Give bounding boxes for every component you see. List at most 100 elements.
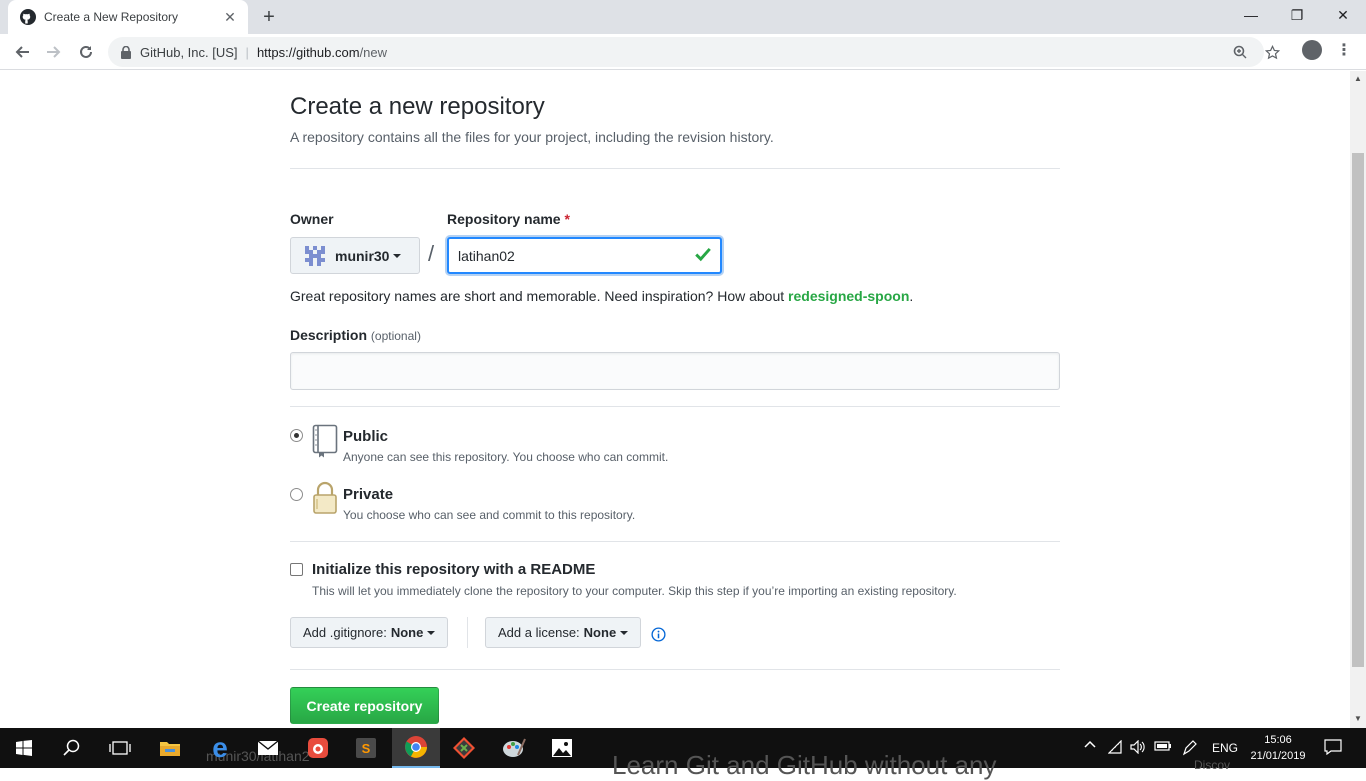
mail-icon[interactable] [244,728,292,768]
owner-value: munir30 [335,247,390,264]
site-identity: GitHub, Inc. [US] [140,44,238,60]
caret-down-icon [393,253,402,258]
owner-dropdown[interactable]: munir30 [290,237,420,274]
system-clock[interactable]: 15:06 21/01/2019 [1240,732,1316,764]
browser-tab-active[interactable]: Create a New Repository ✕ [8,0,248,34]
repo-name-label: Repository name * [447,211,570,227]
page-title: Create a new repository [290,93,545,120]
chrome-icon[interactable] [392,728,440,768]
divider [290,406,1060,407]
caret-down-icon [427,630,436,635]
repo-name-label-text: Repository name [447,211,561,227]
required-mark: * [564,211,570,227]
network-icon[interactable] [1107,739,1124,757]
git-gui-icon[interactable] [440,728,488,768]
photos-icon[interactable] [538,728,586,768]
scroll-down-arrow-icon[interactable]: ▼ [1354,715,1362,723]
owner-label: Owner [290,211,334,227]
license-value: None [583,625,617,640]
page-subtitle: A repository contains all the files for … [290,129,774,145]
info-icon[interactable] [651,627,666,642]
zoom-icon[interactable] [1232,44,1248,60]
repository-name-input[interactable] [447,237,722,274]
name-hint: Great repository names are short and mem… [290,288,913,304]
edge-browser-icon[interactable]: e [196,728,244,768]
language-indicator[interactable]: ENG [1212,741,1238,755]
notifications-icon[interactable] [1324,739,1342,758]
private-title: Private [343,486,394,503]
name-suggestion-link[interactable]: redesigned-spoon [788,288,909,304]
browser-tab-strip: Create a New Repository ✕ + — ❐ ✕ [0,0,1366,34]
search-icon[interactable] [48,728,96,768]
page-scrollbar[interactable]: ▲ ▼ [1350,71,1366,728]
owner-repo-separator: / [428,241,435,266]
private-radio[interactable] [290,488,303,501]
minimize-window-button[interactable]: — [1228,0,1274,30]
taskbar: munir30/latihan2 Learn Git and GitHub wi… [0,728,1366,780]
new-tab-button[interactable]: + [258,6,280,28]
optional-tag: (optional) [370,329,421,343]
paint-icon[interactable] [490,728,538,768]
create-repository-button[interactable]: Create repository [290,687,439,724]
forward-arrow-icon[interactable] [42,40,66,64]
gitignore-dropdown[interactable]: Add .gitignore: None [290,617,449,648]
divider [290,541,1060,542]
reload-icon[interactable] [74,40,98,64]
clock-date: 21/01/2019 [1250,750,1306,762]
tab-title: Create a New Repository [44,10,179,24]
private-description: You choose who can see and commit to thi… [343,508,636,522]
task-view-icon[interactable] [96,728,144,768]
name-hint-end: . [909,288,914,304]
volume-icon[interactable] [1130,739,1146,757]
pen-icon[interactable] [1182,740,1198,759]
scroll-up-arrow-icon[interactable]: ▲ [1354,75,1362,83]
back-arrow-icon[interactable] [10,40,34,64]
divider [290,168,1060,169]
windows-start-icon[interactable] [0,728,48,768]
tray-chevron-up-icon[interactable] [1084,738,1096,752]
license-label: Add a license: [498,625,580,640]
close-window-button[interactable]: ✕ [1320,0,1366,30]
tab-close-icon[interactable]: ✕ [222,9,238,25]
scrollbar-thumb[interactable] [1352,153,1364,667]
file-explorer-icon[interactable] [146,728,194,768]
url-path: /new [359,44,388,60]
gitignore-value: None [390,625,424,640]
readme-description: This will let you immediately clone the … [312,584,957,598]
lock-icon [313,481,337,514]
screen-recorder-icon[interactable] [294,728,342,768]
public-radio[interactable] [290,429,303,442]
ghost-video-title: Learn Git and GitHub without any [612,750,997,780]
sublime-text-icon[interactable]: S [342,728,390,768]
readme-checkbox[interactable] [290,563,303,576]
browser-menu-icon[interactable]: ⋮ [1336,41,1352,61]
lock-icon [121,45,131,59]
description-input[interactable] [290,352,1060,390]
owner-identicon-icon [305,245,325,266]
profile-avatar-icon[interactable] [1302,40,1322,60]
divider [290,669,1060,670]
public-title: Public [343,428,389,445]
license-dropdown[interactable]: Add a license: None [485,617,642,648]
readme-title: Initialize this repository with a README [312,561,596,578]
github-favicon-icon [20,9,36,25]
clock-time: 15:06 [1264,734,1292,746]
valid-check-icon [695,247,711,262]
description-label: Description (optional) [290,327,421,343]
caret-down-icon [620,630,629,635]
url-host: https://github.com [256,44,360,60]
browser-toolbar: GitHub, Inc. [US] | https://github.com/n… [0,34,1366,70]
vertical-divider [467,617,468,648]
restore-window-button[interactable]: ❐ [1274,0,1320,30]
ghost-side-text: Discov [1194,758,1231,772]
name-hint-text: Great repository names are short and mem… [290,288,785,304]
description-label-text: Description [290,327,368,343]
repo-book-icon [312,424,338,458]
address-bar[interactable]: GitHub, Inc. [US] | https://github.com/n… [108,37,1280,67]
public-description: Anyone can see this repository. You choo… [343,450,669,464]
bookmark-star-icon[interactable] [1264,44,1280,60]
address-separator: | [245,44,249,60]
battery-icon[interactable] [1154,740,1172,755]
svg-text:S: S [362,741,371,756]
page-viewport: Create a new repository A repository con… [0,71,1350,728]
